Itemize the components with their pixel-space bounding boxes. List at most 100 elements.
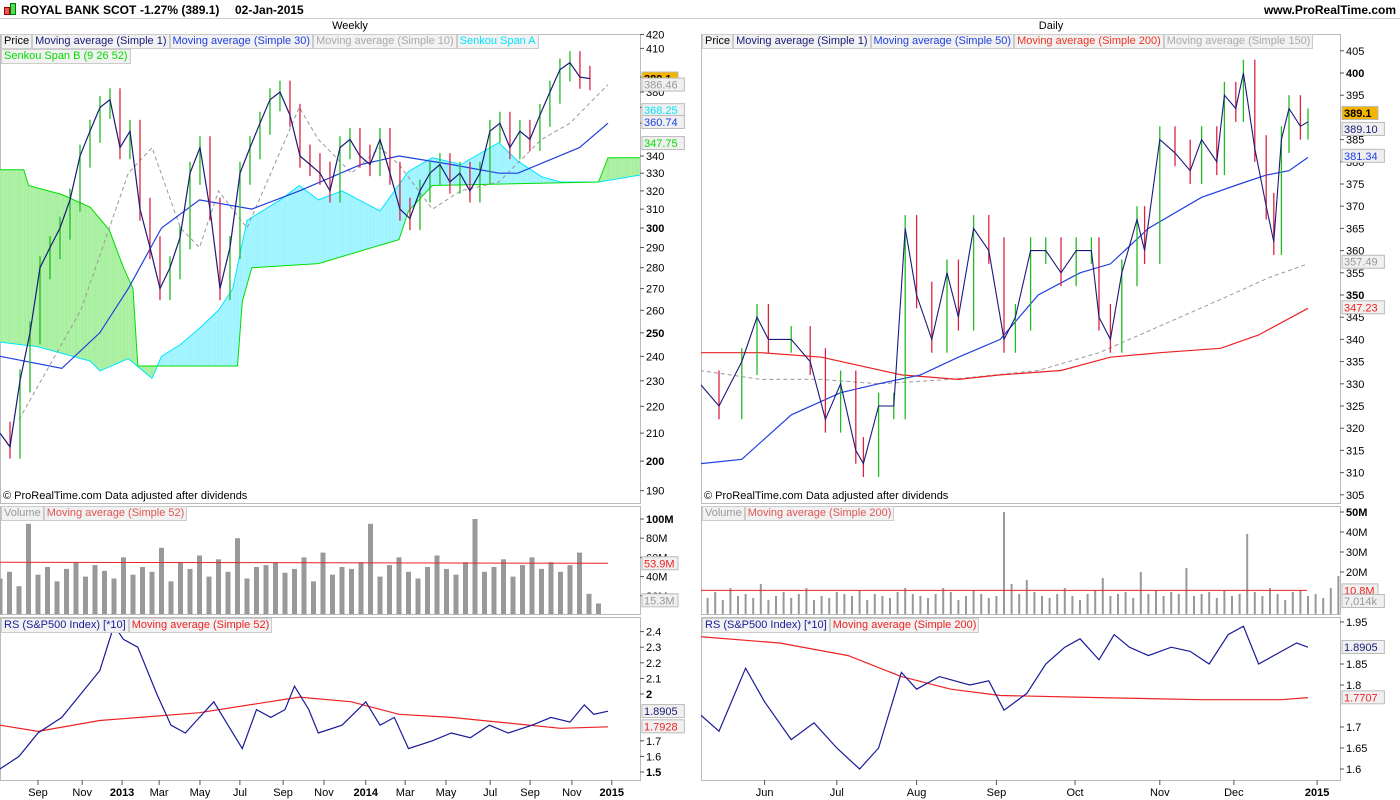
ichimoku-cloud-segment — [99, 218, 103, 371]
ichimoku-cloud-segment — [615, 157, 618, 180]
ichimoku-cloud-segment — [266, 207, 269, 267]
ichimoku-cloud-segment — [365, 203, 369, 250]
volume-bar — [1276, 594, 1279, 614]
legend-volume[interactable]: Volume — [1, 506, 44, 521]
daily-price-value-label: 389.1 — [1344, 108, 1372, 120]
volume-bar — [1193, 596, 1195, 614]
ichimoku-cloud-segment — [194, 330, 198, 366]
weekly-price-axis-tick-label: 330 — [646, 168, 664, 180]
volume-bar — [377, 576, 383, 614]
daily-price-panel-plot — [701, 59, 1309, 478]
volume-bar — [1071, 596, 1074, 614]
legend-volume-ma[interactable]: Moving average (Simple 52) — [43, 506, 188, 521]
volume-bar — [1048, 598, 1051, 614]
legend-senkou-a[interactable]: Senkou Span A — [456, 34, 539, 49]
ichimoku-cloud-segment — [346, 193, 350, 256]
volume-bar — [35, 574, 41, 614]
daily-price-axis-tick-label: 330 — [1346, 379, 1364, 391]
ichimoku-cloud-segment — [323, 197, 326, 263]
ichimoku-cloud-segment — [220, 302, 224, 366]
legend-sma1[interactable]: Moving average (Simple 1) — [32, 34, 170, 49]
ichimoku-cloud-segment — [304, 189, 307, 265]
volume-bar — [197, 555, 202, 614]
weekly-price-value-label: 347.75 — [644, 138, 678, 150]
daily-time-axis-tick-label: Jun — [756, 787, 774, 799]
volume-bar — [111, 578, 117, 614]
weekly-time-axis-tick-label: Nov — [314, 787, 334, 799]
daily-copyright: © ProRealTime.com Data adjusted after di… — [704, 490, 949, 502]
charts-canvas[interactable]: 4204103903803703603403303203103002902802… — [0, 0, 1400, 800]
volume-bar — [881, 596, 884, 614]
volume-bar — [273, 562, 278, 614]
ichimoku-cloud-segment — [235, 264, 238, 366]
daily-rs-panel — [701, 617, 1341, 781]
volume-bar — [927, 598, 929, 614]
weekly-price-panel-plot — [0, 51, 640, 459]
volume-bar — [263, 565, 269, 614]
volume-bar — [919, 596, 922, 614]
ichimoku-cloud-segment — [197, 328, 200, 366]
volume-bar — [282, 572, 288, 614]
volume-bar — [835, 592, 838, 614]
legend-sma50[interactable]: Moving average (Simple 50) — [870, 34, 1015, 49]
ichimoku-cloud-segment — [0, 169, 3, 343]
volume-bar — [1215, 598, 1218, 614]
daily-price-axis-tick-label: 350 — [1346, 290, 1364, 302]
volume-bar — [1253, 592, 1256, 614]
ichimoku-cloud-segment — [334, 192, 338, 259]
daily-rs-axis-tick-label: 1.8 — [1346, 680, 1361, 692]
volume-bar — [699, 594, 701, 614]
weekly-rs-value-label: 1.8905 — [644, 706, 678, 718]
daily-rs-axis-tick-label: 1.65 — [1346, 743, 1367, 755]
ichimoku-cloud-segment — [121, 261, 124, 362]
legend-rs-ma[interactable]: Moving average (Simple 200) — [829, 618, 980, 633]
ichimoku-cloud-segment — [232, 276, 236, 366]
legend-rs[interactable]: RS (S&P500 Index) [*10] — [702, 618, 830, 633]
ichimoku-cloud-segment — [311, 194, 314, 265]
ichimoku-cloud-segment — [313, 196, 316, 264]
legend-rs-ma[interactable]: Moving average (Simple 52) — [128, 618, 273, 633]
weekly-volume-axis-tick-label: 80M — [646, 533, 667, 545]
legend-rs[interactable]: RS (S&P500 Index) [*10] — [1, 618, 129, 633]
volume-bar — [737, 596, 739, 614]
ichimoku-cloud-segment — [524, 165, 528, 184]
ichimoku-cloud-segment — [168, 350, 171, 366]
ichimoku-cloud-segment — [624, 157, 627, 178]
ichimoku-cloud-segment — [612, 157, 616, 180]
legend-volume[interactable]: Volume — [702, 506, 745, 521]
volume-bar — [1307, 596, 1309, 614]
ichimoku-cloud-segment — [453, 162, 456, 186]
ichimoku-cloud-segment — [7, 169, 10, 344]
volume-bar — [406, 571, 411, 614]
weekly-price-axis-tick-label: 240 — [646, 351, 664, 363]
legend-price[interactable]: Price — [702, 34, 734, 49]
ichimoku-cloud-segment — [201, 323, 205, 366]
volume-bar — [828, 598, 831, 614]
ichimoku-cloud-segment — [403, 174, 407, 226]
legend-price[interactable]: Price — [1, 34, 33, 49]
daily-time-axis-tick-label: Nov — [1150, 787, 1170, 799]
ichimoku-cloud-segment — [247, 218, 250, 285]
ichimoku-cloud-segment — [204, 321, 207, 366]
volume-bar — [330, 574, 335, 614]
legend-sma10[interactable]: Moving average (Simple 10) — [313, 34, 457, 49]
legend-sma1[interactable]: Moving average (Simple 1) — [733, 34, 871, 49]
legend-sma200[interactable]: Moving average (Simple 200) — [1014, 34, 1164, 49]
volume-bar — [159, 547, 164, 614]
daily-volume-legend: Volume Moving average (Simple 200) — [702, 506, 895, 521]
weekly-price-axis-tick-label: 320 — [646, 186, 664, 198]
legend-sma30[interactable]: Moving average (Simple 30) — [169, 34, 314, 49]
ichimoku-cloud-segment — [57, 193, 60, 353]
volume-bar — [721, 600, 724, 614]
legend-senkou-b[interactable]: Senkou Span B (9 26 52) — [1, 49, 131, 64]
volume-bar — [368, 523, 373, 614]
legend-volume-ma[interactable]: Moving average (Simple 200) — [744, 506, 895, 521]
volume-bar — [1132, 598, 1135, 614]
ichimoku-cloud-segment — [23, 169, 27, 346]
daily-price-axis-tick-label: 320 — [1346, 423, 1364, 435]
volume-bar — [744, 594, 747, 614]
volume-bar — [1086, 594, 1089, 614]
daily-time-axis-tick-label: Oct — [1066, 787, 1083, 799]
legend-sma150[interactable]: Moving average (Simple 150) — [1163, 34, 1314, 49]
ichimoku-cloud-segment — [622, 157, 625, 179]
